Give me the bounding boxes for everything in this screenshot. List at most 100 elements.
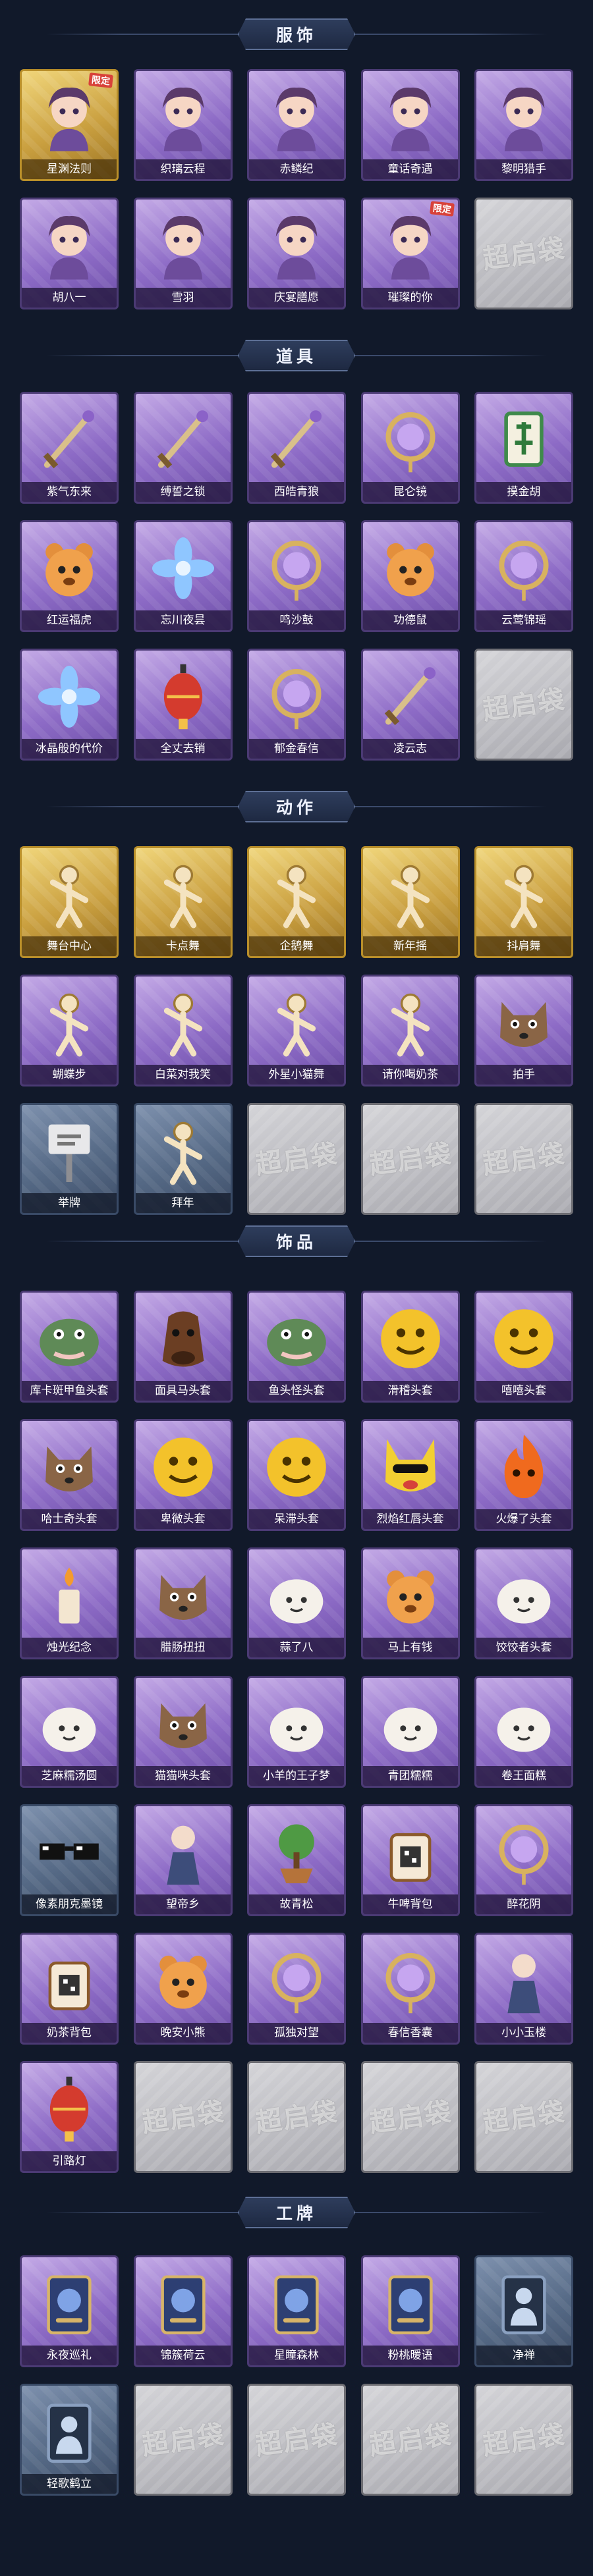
item-label: 库卡斑甲鱼头套 bbox=[22, 1381, 117, 1401]
item-label: 净禅 bbox=[476, 2346, 571, 2365]
item-card[interactable]: 哈士奇头套 bbox=[20, 1419, 119, 1531]
item-label: 郁金春信 bbox=[249, 739, 344, 759]
character-portrait-icon bbox=[146, 80, 220, 154]
item-card[interactable]: 抖肩舞 bbox=[474, 846, 573, 958]
item-card[interactable]: 腊肠扭扭 bbox=[133, 1547, 233, 1659]
item-card[interactable]: 像素朋克墨镜 bbox=[20, 1804, 119, 1916]
item-card[interactable]: 永夜巡礼 bbox=[20, 2255, 119, 2367]
item-card[interactable]: 舞台中心 bbox=[20, 846, 119, 958]
badge-card-icon bbox=[146, 2267, 220, 2340]
item-card[interactable]: 功德鼠 bbox=[360, 520, 460, 632]
item-card[interactable]: 限定 璀璨的你 bbox=[360, 198, 460, 309]
item-card[interactable]: 忘川夜昙 bbox=[133, 520, 233, 632]
candle-icon bbox=[32, 1559, 106, 1632]
item-card[interactable]: 猫猫咪头套 bbox=[133, 1676, 233, 1788]
dumpling-icon bbox=[487, 1559, 561, 1632]
item-card[interactable]: 牛啤背包 bbox=[360, 1804, 460, 1916]
item-card[interactable]: 面具马头套 bbox=[133, 1291, 233, 1403]
character-portrait-icon bbox=[146, 209, 220, 282]
section-title-plate: 工牌 bbox=[238, 2197, 355, 2228]
item-label: 外星小猫舞 bbox=[249, 1065, 344, 1085]
item-card[interactable]: 火爆了头套 bbox=[474, 1419, 573, 1531]
item-card[interactable]: 举牌 bbox=[20, 1103, 119, 1215]
character-portrait-icon bbox=[374, 80, 447, 154]
item-grid: 永夜巡礼 锦簇荷云 星瞳森林 粉桃暖语 净禅 轻歌鹤立 超启袋 超启袋 超启袋 超启袋 bbox=[20, 2255, 573, 2496]
item-card[interactable]: 奶茶背包 bbox=[20, 1933, 119, 2045]
item-card[interactable]: 孤独对望 bbox=[247, 1933, 346, 2045]
item-card[interactable]: 醉花阴 bbox=[474, 1804, 573, 1916]
item-card[interactable]: 云莺锦瑶 bbox=[474, 520, 573, 632]
item-card[interactable]: 请你喝奶茶 bbox=[360, 975, 460, 1087]
item-card[interactable]: 摸金胡 bbox=[474, 392, 573, 504]
item-card[interactable]: 紫气东来 bbox=[20, 392, 119, 504]
item-label: 鱼头怪头套 bbox=[249, 1381, 344, 1401]
item-card[interactable]: 企鹅舞 bbox=[247, 846, 346, 958]
item-card[interactable]: 黎明猎手 bbox=[474, 69, 573, 181]
section-title: 动作 bbox=[275, 798, 317, 817]
empty-slot-card: 超启袋 bbox=[360, 2384, 460, 2496]
item-card[interactable]: 望帝乡 bbox=[133, 1804, 233, 1916]
item-card[interactable]: 净禅 bbox=[474, 2255, 573, 2367]
item-card[interactable]: 呆滞头套 bbox=[247, 1419, 346, 1531]
item-label: 引路灯 bbox=[22, 2151, 117, 2171]
item-card[interactable]: 引路灯 bbox=[20, 2061, 119, 2173]
item-card[interactable]: 芝麻糯汤圆 bbox=[20, 1676, 119, 1788]
item-card[interactable]: 拍手 bbox=[474, 975, 573, 1087]
item-label: 火爆了头套 bbox=[476, 1509, 571, 1529]
badge-card-icon bbox=[374, 2267, 447, 2340]
item-card[interactable]: 赤鳞纪 bbox=[247, 69, 346, 181]
tiger-icon bbox=[32, 531, 106, 605]
item-card[interactable]: 青团糯糯 bbox=[360, 1676, 460, 1788]
item-card[interactable]: 新年摇 bbox=[360, 846, 460, 958]
item-card[interactable]: 粉桃暖语 bbox=[360, 2255, 460, 2367]
item-card[interactable]: 童话奇遇 bbox=[360, 69, 460, 181]
item-card[interactable]: 卷王面糕 bbox=[474, 1676, 573, 1788]
item-card[interactable]: 西皓青狼 bbox=[247, 392, 346, 504]
item-card[interactable]: 锦簇荷云 bbox=[133, 2255, 233, 2367]
item-card[interactable]: 红运福虎 bbox=[20, 520, 119, 632]
item-card[interactable]: 马上有钱 bbox=[360, 1547, 460, 1659]
item-card[interactable]: 嘻嘻头套 bbox=[474, 1291, 573, 1403]
item-card[interactable]: 烛光纪念 bbox=[20, 1547, 119, 1659]
item-card[interactable]: 昆仑镜 bbox=[360, 392, 460, 504]
item-card[interactable]: 饺饺者头套 bbox=[474, 1547, 573, 1659]
item-card[interactable]: 蝴蝶步 bbox=[20, 975, 119, 1087]
item-card[interactable]: 小小玉楼 bbox=[474, 1933, 573, 2045]
item-card[interactable]: 白菜对我笑 bbox=[133, 975, 233, 1087]
item-card[interactable]: 冰晶般的代价 bbox=[20, 649, 119, 761]
placeholder-watermark: 超启袋 bbox=[480, 2097, 568, 2139]
emoji-face-icon bbox=[146, 1430, 220, 1504]
item-card[interactable]: 鱼头怪头套 bbox=[247, 1291, 346, 1403]
blade-icon bbox=[32, 403, 106, 477]
item-card[interactable]: 晚安小熊 bbox=[133, 1933, 233, 2045]
item-card[interactable]: 鸣沙鼓 bbox=[247, 520, 346, 632]
item-card[interactable]: 庆宴膳愿 bbox=[247, 198, 346, 309]
item-card[interactable]: 小羊的王子梦 bbox=[247, 1676, 346, 1788]
item-card[interactable]: 故青松 bbox=[247, 1804, 346, 1916]
item-card[interactable]: 春信香囊 bbox=[360, 1933, 460, 2045]
item-label: 永夜巡礼 bbox=[22, 2346, 117, 2365]
item-card[interactable]: 织璃云程 bbox=[133, 69, 233, 181]
item-card[interactable]: 缚誓之锁 bbox=[133, 392, 233, 504]
item-card[interactable]: 星瞳森林 bbox=[247, 2255, 346, 2367]
item-card[interactable]: 轻歌鹤立 bbox=[20, 2384, 119, 2496]
item-card[interactable]: 外星小猫舞 bbox=[247, 975, 346, 1087]
item-card[interactable]: 胡八一 bbox=[20, 198, 119, 309]
placeholder-watermark: 超启袋 bbox=[253, 2419, 341, 2461]
item-card[interactable]: 凌云志 bbox=[360, 649, 460, 761]
item-card[interactable]: 卡点舞 bbox=[133, 846, 233, 958]
item-card[interactable]: 蒜了八 bbox=[247, 1547, 346, 1659]
item-card[interactable]: 烈焰红唇头套 bbox=[360, 1419, 460, 1531]
item-card[interactable]: 库卡斑甲鱼头套 bbox=[20, 1291, 119, 1403]
item-card[interactable]: 全丈去销 bbox=[133, 649, 233, 761]
item-card[interactable]: 限定 星渊法则 bbox=[20, 69, 119, 181]
character-portrait-icon bbox=[260, 80, 333, 154]
item-card[interactable]: 滑稽头套 bbox=[360, 1291, 460, 1403]
item-card[interactable]: 卑微头套 bbox=[133, 1419, 233, 1531]
placeholder-watermark: 超启袋 bbox=[480, 233, 568, 275]
item-label: 卑微头套 bbox=[135, 1509, 231, 1529]
item-card[interactable]: 郁金春信 bbox=[247, 649, 346, 761]
item-label: 蒜了八 bbox=[249, 1638, 344, 1657]
item-card[interactable]: 拜年 bbox=[133, 1103, 233, 1215]
item-card[interactable]: 雪羽 bbox=[133, 198, 233, 309]
